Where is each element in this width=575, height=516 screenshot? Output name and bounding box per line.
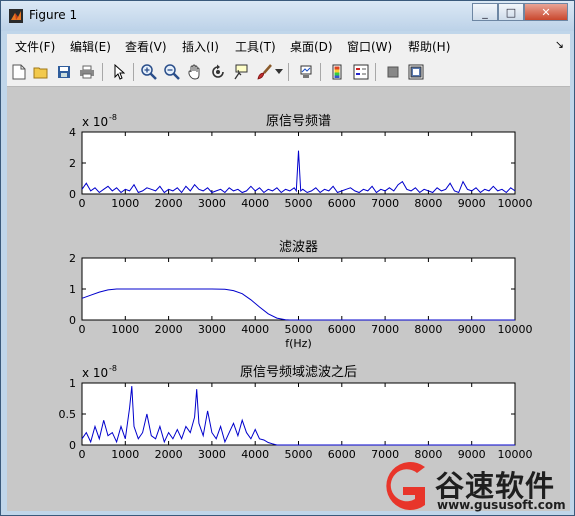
y-tick-label: 0 <box>69 188 76 201</box>
x-tick-label: 5000 <box>285 448 313 461</box>
toolbar-separator <box>133 63 134 81</box>
y-tick-label: 0 <box>69 439 76 452</box>
menu-edit[interactable]: 编辑(E) <box>70 38 111 55</box>
new-figure-icon[interactable] <box>9 62 29 82</box>
x-tick-label: 9000 <box>458 197 486 210</box>
link-plot-icon[interactable] <box>296 62 316 82</box>
x-tick-label: 2000 <box>155 197 183 210</box>
menu-bar: 文件(F) 编辑(E) 查看(V) 插入(I) 工具(T) 桌面(D) 窗口(W… <box>7 34 570 58</box>
pan-hand-icon[interactable] <box>185 62 205 82</box>
y-tick-label: 1 <box>69 283 76 296</box>
x-tick-label: 3000 <box>198 323 226 336</box>
y-tick-label: 2 <box>69 252 76 265</box>
hide-plot-tools-icon[interactable] <box>383 62 403 82</box>
x-tick-label: 3000 <box>198 197 226 210</box>
x-tick-label: 8000 <box>414 323 442 336</box>
minimize-button[interactable]: _ <box>472 3 498 21</box>
x-tick-label: 5000 <box>285 197 313 210</box>
window-controls: _ □ ✕ <box>472 3 568 23</box>
y-exponent-label: x 10 <box>82 366 108 380</box>
x-tick-label: 4000 <box>241 323 269 336</box>
x-tick-label: 6000 <box>328 197 356 210</box>
x-tick-label: 0 <box>79 323 86 336</box>
brush-icon[interactable] <box>254 62 274 82</box>
figure-toolbar <box>7 58 570 87</box>
x-tick-label: 10000 <box>498 323 533 336</box>
y-tick-label: 2 <box>69 157 76 170</box>
save-icon[interactable] <box>54 62 74 82</box>
x-tick-label: 9000 <box>458 448 486 461</box>
zoom-out-icon[interactable] <box>162 62 182 82</box>
x-tick-label: 5000 <box>285 323 313 336</box>
x-tick-label: 7000 <box>371 323 399 336</box>
x-tick-label: 6000 <box>328 448 356 461</box>
figure-window: Figure 1 _ □ ✕ 文件(F) 编辑(E) 查看(V) 插入(I) 工… <box>0 0 575 516</box>
x-tick-label: 9000 <box>458 323 486 336</box>
legend-icon[interactable] <box>351 62 371 82</box>
toolbar-separator <box>288 63 289 81</box>
show-plot-tools-icon[interactable] <box>406 62 426 82</box>
x-axis-label: f(Hz) <box>285 337 312 350</box>
gususoft-logo-icon <box>386 462 425 510</box>
menu-window[interactable]: 窗口(W) <box>347 38 392 55</box>
y-tick-label: 1 <box>69 377 76 390</box>
x-tick-label: 10000 <box>498 197 533 210</box>
window-title: Figure 1 <box>29 8 78 22</box>
y-exponent-value: -8 <box>109 364 117 373</box>
dock-arrow-icon[interactable]: ↘ <box>555 38 564 51</box>
axes-box <box>81 131 516 195</box>
x-tick-label: 1000 <box>111 323 139 336</box>
x-tick-label: 8000 <box>414 197 442 210</box>
maximize-button[interactable]: □ <box>498 3 524 21</box>
x-tick-label: 3000 <box>198 448 226 461</box>
plots-area: 原信号频谱0 1000 2000 3000 4000 5000 6000 7000 8000 90… <box>59 113 533 461</box>
x-tick-label: 0 <box>79 448 86 461</box>
subplot-title: 原信号频域滤波之后 <box>240 365 357 380</box>
brush-dropdown-icon[interactable] <box>274 62 284 82</box>
zoom-in-icon[interactable] <box>139 62 159 82</box>
y-exponent-value: -8 <box>109 113 117 122</box>
menu-desktop[interactable]: 桌面(D) <box>290 38 333 55</box>
subplot-title: 原信号频谱 <box>266 114 331 129</box>
x-tick-label: 1000 <box>111 197 139 210</box>
toolbar-separator <box>102 63 103 81</box>
y-tick-label: 4 <box>69 126 76 139</box>
colorbar-icon[interactable] <box>327 62 347 82</box>
menu-view[interactable]: 查看(V) <box>125 38 167 55</box>
x-tick-label: 6000 <box>328 323 356 336</box>
menu-file[interactable]: 文件(F) <box>15 38 55 55</box>
data-cursor-icon[interactable] <box>231 62 251 82</box>
menu-help[interactable]: 帮助(H) <box>408 38 450 55</box>
watermark-url: www.gususoft.com <box>437 498 566 512</box>
x-tick-label: 7000 <box>371 197 399 210</box>
matlab-logo-icon <box>9 9 23 23</box>
subplot-title: 滤波器 <box>279 240 318 255</box>
toolbar-separator <box>375 63 376 81</box>
x-tick-label: 2000 <box>155 448 183 461</box>
close-button[interactable]: ✕ <box>524 3 568 21</box>
rotate-3d-icon[interactable] <box>208 62 228 82</box>
open-file-icon[interactable] <box>31 62 51 82</box>
menu-insert[interactable]: 插入(I) <box>182 38 219 55</box>
y-exponent-label: x 10 <box>82 115 108 129</box>
x-tick-label: 10000 <box>498 448 533 461</box>
y-tick-label: 0.5 <box>59 408 77 421</box>
x-tick-label: 4000 <box>241 448 269 461</box>
x-tick-label: 4000 <box>241 197 269 210</box>
toolbar-separator <box>320 63 321 81</box>
y-tick-label: 0 <box>69 314 76 327</box>
x-tick-label: 1000 <box>111 448 139 461</box>
menu-tools[interactable]: 工具(T) <box>235 38 276 55</box>
x-tick-label: 2000 <box>155 323 183 336</box>
figure-canvas: 原信号频谱 0 1000 2000 3000 4000 5000 6000 7000 8000 90… <box>7 87 570 511</box>
x-tick-label: 0 <box>79 197 86 210</box>
title-bar[interactable]: Figure 1 _ □ ✕ <box>1 1 574 31</box>
pointer-icon[interactable] <box>109 62 129 82</box>
print-icon[interactable] <box>77 62 97 82</box>
